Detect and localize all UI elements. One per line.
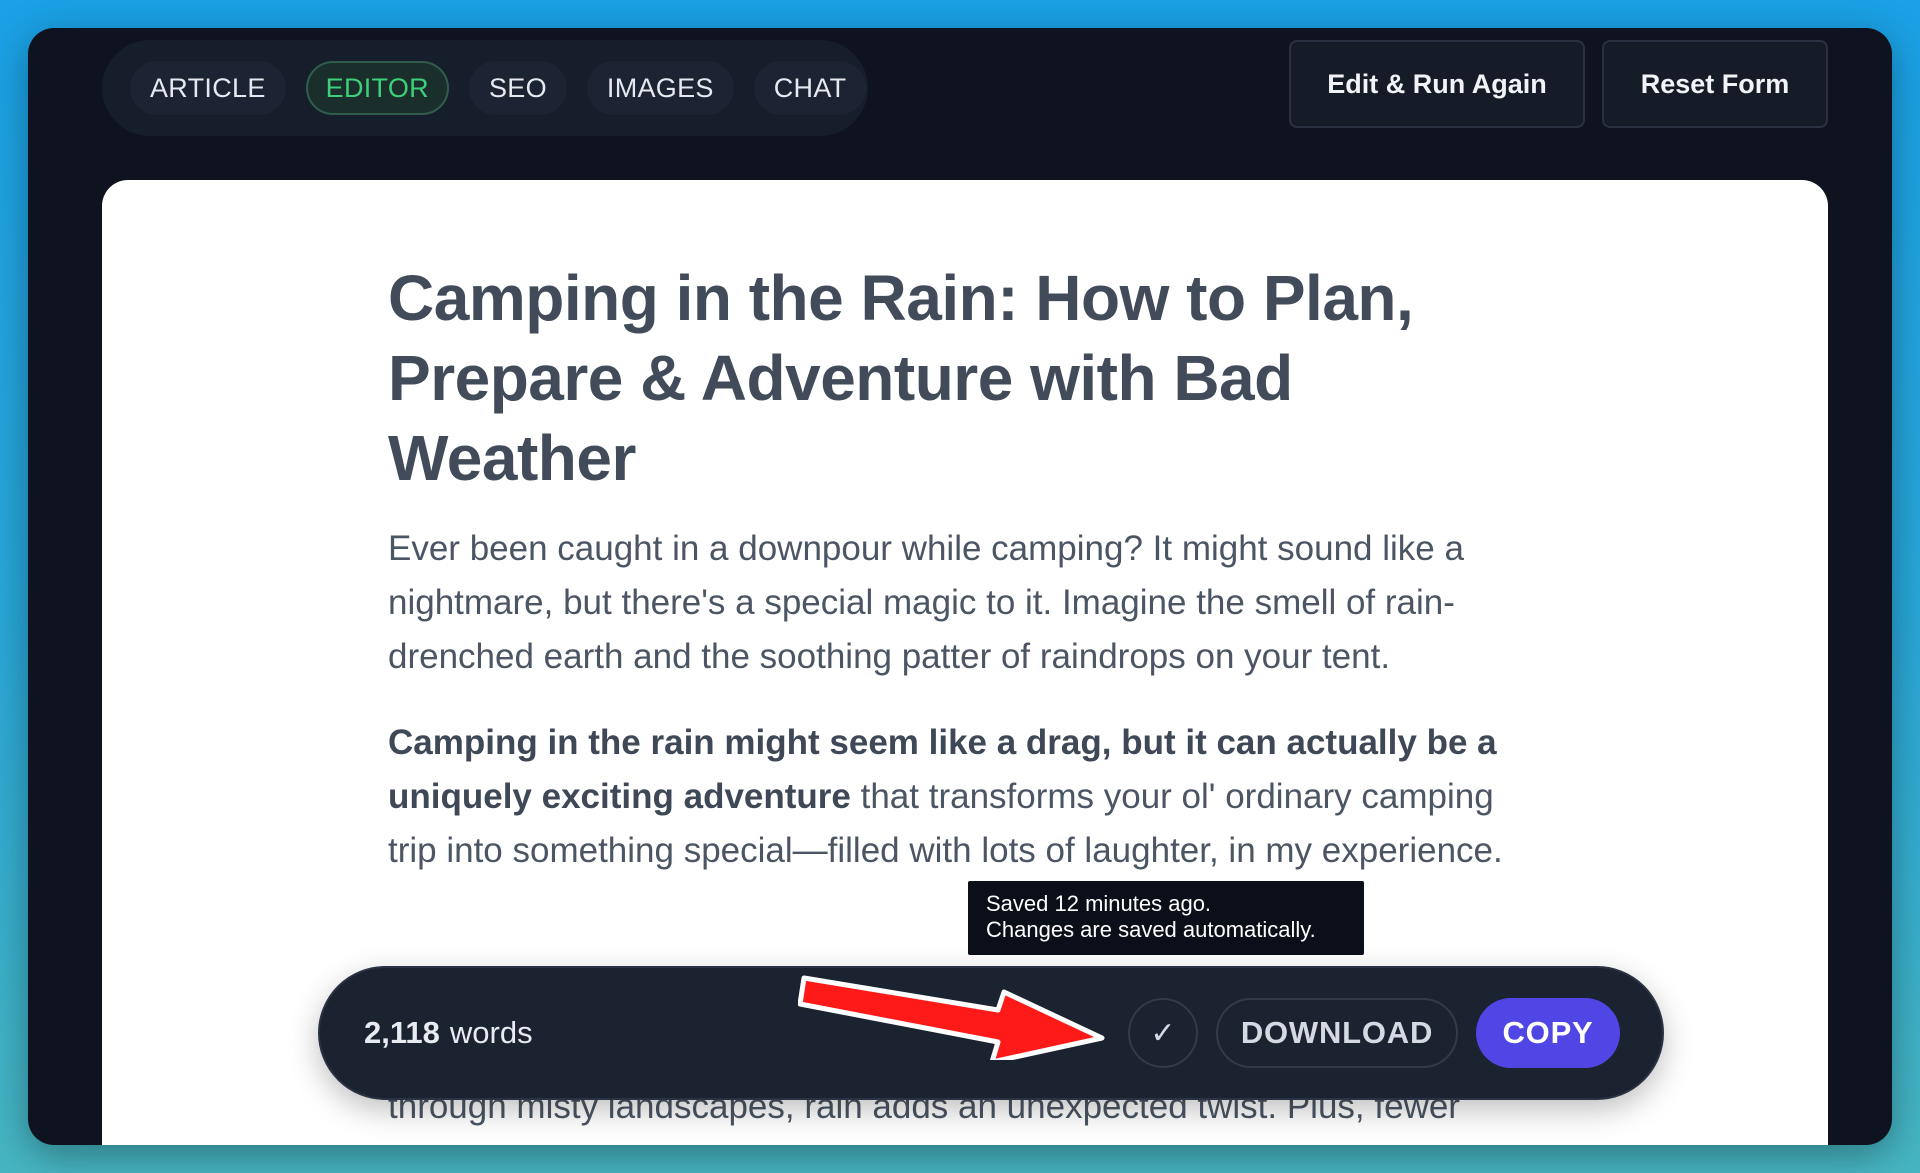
article-paragraph-1[interactable]: Ever been caught in a downpour while cam… (388, 522, 1538, 684)
tab-bar: ARTICLE EDITOR SEO IMAGES CHAT (102, 40, 868, 136)
tab-article[interactable]: ARTICLE (130, 61, 286, 115)
saved-tooltip: Saved 12 minutes ago. Changes are saved … (968, 881, 1364, 955)
word-count-label: words (449, 1015, 533, 1050)
copy-button[interactable]: COPY (1476, 998, 1620, 1068)
article-content[interactable]: Camping in the Rain: How to Plan, Prepar… (388, 258, 1538, 878)
tooltip-line-2: Changes are saved automatically. (986, 917, 1316, 942)
download-button[interactable]: DOWNLOAD (1216, 998, 1458, 1068)
tab-chat[interactable]: CHAT (753, 61, 867, 115)
tab-seo[interactable]: SEO (468, 61, 567, 115)
article-paragraph-2[interactable]: Camping in the rain might seem like a dr… (388, 716, 1538, 878)
tab-editor[interactable]: EDITOR (305, 61, 449, 115)
saved-status-button[interactable]: ✓ (1128, 998, 1198, 1068)
app-window: ARTICLE EDITOR SEO IMAGES CHAT Edit & Ru… (28, 28, 1892, 1145)
word-count-number: 2,118 (364, 1015, 440, 1050)
tab-images[interactable]: IMAGES (586, 61, 734, 115)
check-icon: ✓ (1150, 1016, 1176, 1050)
article-title[interactable]: Camping in the Rain: How to Plan, Prepar… (388, 258, 1538, 498)
reset-form-button[interactable]: Reset Form (1602, 40, 1828, 128)
word-count: 2,118 words (364, 968, 533, 1098)
tooltip-line-1: Saved 12 minutes ago. (986, 891, 1212, 916)
edit-run-again-button[interactable]: Edit & Run Again (1289, 40, 1585, 128)
annotation-arrow-icon (798, 975, 1105, 1060)
